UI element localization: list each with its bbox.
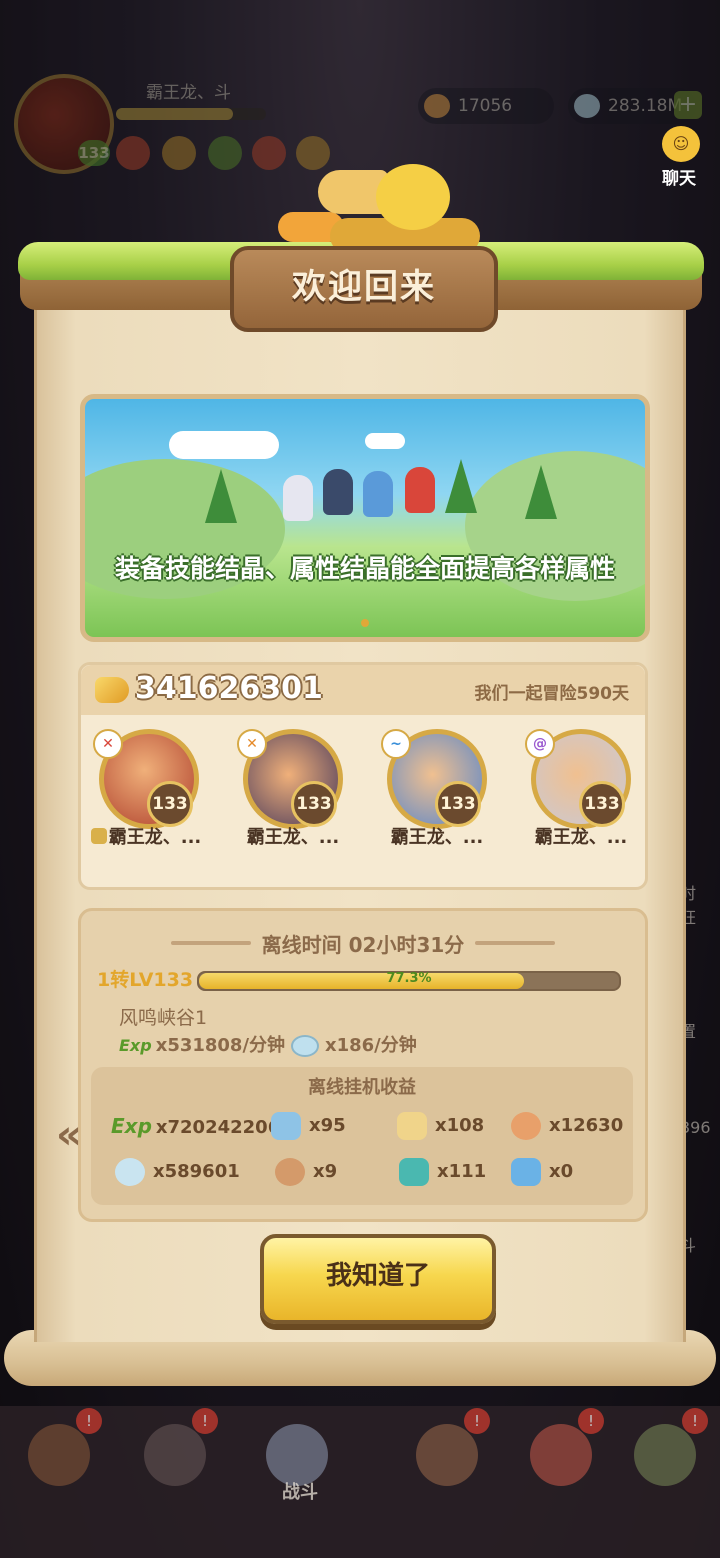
reward-item: x589601 (115, 1155, 240, 1189)
nav-item-shop[interactable]: ! (396, 1408, 496, 1510)
adventure-days: 我们一起冒险590天 (474, 684, 630, 704)
mini-hero-figure (405, 467, 435, 513)
cloud-decoration (365, 433, 405, 449)
gold-ingot-icon (95, 677, 129, 703)
reward-amount: x720242206 (155, 1117, 281, 1138)
nav-item-guild[interactable]: ! (614, 1408, 714, 1510)
gem-shard-icon (271, 1112, 301, 1140)
chat-label: 聊天 (662, 169, 696, 189)
tree-decoration (445, 459, 477, 513)
exp-icon: Exp (111, 1114, 152, 1138)
reward-amount: x9 (313, 1161, 338, 1182)
meat-icon (275, 1158, 305, 1186)
offline-summary: 离线时间 02小时31分 1转LV133 77.3% 风鸣峡谷1 Exp x531… (78, 908, 648, 1222)
prev-page-button[interactable]: « (56, 1112, 82, 1158)
hero-name: 霸王龙、... (108, 827, 202, 848)
reward-item: x9 (275, 1155, 337, 1189)
stage-name: 风鸣峡谷1 (119, 1007, 208, 1029)
water-element-icon: ~ (381, 729, 411, 759)
reward-amount: x0 (549, 1161, 574, 1182)
tree-decoration (525, 465, 557, 519)
merchant-icon (416, 1424, 478, 1486)
blue-crystal-icon (511, 1158, 541, 1186)
spiral-element-icon: @ (525, 729, 555, 759)
fire-element-icon: ✕ (93, 729, 123, 759)
confirm-button-label: 我知道了 (325, 1261, 430, 1291)
hero-slot-2[interactable]: ✕ 133 霸王龙、... (231, 729, 355, 869)
team-power: 341626301 (135, 671, 323, 706)
alert-badge-icon: ! (682, 1408, 708, 1434)
reward-item: x111 (399, 1155, 486, 1189)
nav-item-hero[interactable]: ! (124, 1408, 224, 1510)
pet-icon (28, 1424, 90, 1486)
alert-badge-icon: ! (464, 1408, 490, 1434)
reward-amount: x12630 (549, 1115, 624, 1136)
offline-time: 离线时间 02小时31分 (261, 933, 465, 957)
medal-icon (511, 1112, 541, 1140)
level-progress-text: 77.3% (386, 971, 432, 986)
tips-banner[interactable]: 装备技能结晶、属性结晶能全面提高各样属性 (80, 394, 650, 642)
offline-rewards: 离线挂机收益 Exp x720242206 x95 x108 x12630 x58… (91, 1067, 633, 1205)
nav-item-event[interactable]: ! (510, 1408, 610, 1510)
reward-amount: x108 (435, 1115, 485, 1136)
mini-hero-figure (323, 469, 353, 515)
wind-element-icon: ✕ (237, 729, 267, 759)
exp-icon: Exp (119, 1036, 152, 1055)
nav-label-battle: 战斗 (282, 1482, 318, 1503)
team-card-header: 341626301 我们一起冒险590天 (81, 665, 645, 715)
hero-icon (144, 1424, 206, 1486)
mini-hero-figure (283, 475, 313, 521)
team-card: 341626301 我们一起冒险590天 ✕ 133 霸王龙、... ✕ 133… (78, 662, 648, 890)
stone-icon (291, 1035, 319, 1057)
level-progress-bar: 77.3% (197, 971, 621, 991)
chat-button[interactable]: ☺ 聊天 (648, 122, 710, 192)
mini-hero-figure (363, 471, 393, 517)
banner-tip-text: 装备技能结晶、属性结晶能全面提高各样属性 (114, 554, 615, 583)
stone-rate: x186/分钟 (291, 1031, 417, 1061)
reward-item: x12630 (511, 1109, 623, 1143)
confirm-button[interactable]: 我知道了 (260, 1234, 496, 1324)
reward-amount: x111 (437, 1161, 487, 1182)
reward-amount: x589601 (153, 1161, 240, 1182)
stone-rate-value: x186/分钟 (325, 1035, 417, 1056)
hero-level-badge: 133 (435, 781, 481, 827)
exp-rate-value: x531808/分钟 (155, 1035, 286, 1056)
alert-badge-icon: ! (76, 1408, 102, 1434)
rebirth-level: 1转LV133 (97, 969, 194, 991)
divider-right (475, 941, 555, 945)
dialog-title: 欢迎回来 (292, 267, 436, 307)
hero-name: 霸王龙、... (246, 827, 340, 848)
hero-name: 霸王龙、... (534, 827, 628, 848)
cloud-decoration (169, 431, 279, 459)
hero-slot-4[interactable]: @ 133 霸王龙、... (519, 729, 643, 869)
chat-smile-icon: ☺ (662, 126, 700, 162)
reward-item: x108 (397, 1109, 484, 1143)
gift-icon (530, 1424, 592, 1486)
stone-icon (115, 1158, 145, 1186)
hero-slot-3[interactable]: ~ 133 霸王龙、... (375, 729, 499, 869)
hero-level-badge: 133 (147, 781, 193, 827)
hero-name: 霸王龙、... (390, 827, 484, 848)
reward-amount: x95 (309, 1115, 346, 1136)
nav-item-pet[interactable]: ! (8, 1408, 108, 1510)
alert-badge-icon: ! (192, 1408, 218, 1434)
reward-item: Exp x720242206 (111, 1109, 280, 1143)
reward-item: x95 (271, 1109, 346, 1143)
hero-slot-1[interactable]: ✕ 133 霸王龙、... (87, 729, 211, 869)
teal-crystal-icon (399, 1158, 429, 1186)
tree-decoration (205, 469, 237, 523)
chick-mascot-icon (366, 154, 458, 238)
banner-page-indicator (361, 619, 369, 627)
guild-icon (634, 1424, 696, 1486)
sword-icon (266, 1424, 328, 1486)
hero-level-badge: 133 (579, 781, 625, 827)
exp-rate: Exp x531808/分钟 (119, 1031, 285, 1061)
dialog-title-plate: 欢迎回来 (230, 246, 498, 332)
hero-level-badge: 133 (291, 781, 337, 827)
reward-item: x0 (511, 1155, 573, 1189)
lamp-icon (397, 1112, 427, 1140)
rewards-title: 离线挂机收益 (308, 1077, 416, 1098)
alert-badge-icon: ! (578, 1408, 604, 1434)
bottom-nav (0, 1406, 720, 1558)
